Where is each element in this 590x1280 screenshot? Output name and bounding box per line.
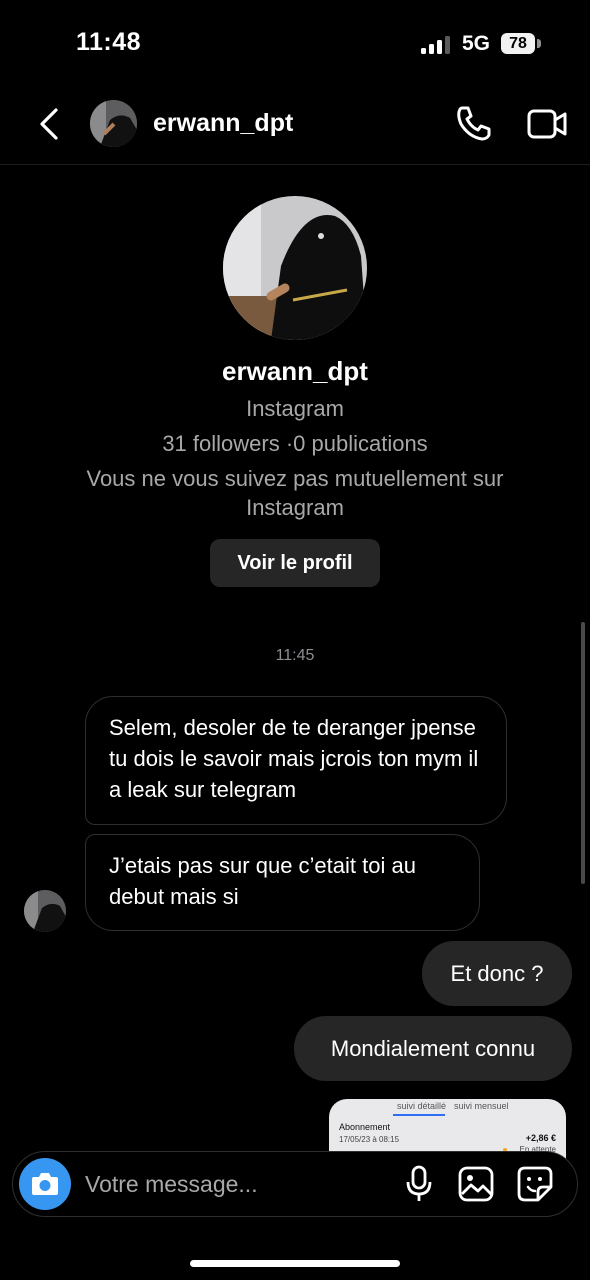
gallery-icon[interactable] xyxy=(457,1165,495,1203)
header-avatar[interactable] xyxy=(90,100,137,147)
sticker-icon[interactable] xyxy=(516,1165,554,1203)
message-timestamp: 11:45 xyxy=(275,647,315,664)
sender-avatar[interactable] xyxy=(24,890,66,932)
profile-username: erwann_dpt xyxy=(222,356,368,386)
battery-icon: 78 xyxy=(501,33,535,54)
message-input[interactable] xyxy=(85,1166,385,1202)
header-username[interactable]: erwann_dpt xyxy=(153,109,293,138)
phone-icon[interactable] xyxy=(453,102,495,144)
outgoing-message[interactable]: Mondialement connu xyxy=(294,1016,572,1081)
back-icon[interactable] xyxy=(34,104,74,144)
profile-stats: 31 followers ·0 publications xyxy=(162,431,428,456)
shared-image-tab-indicator xyxy=(393,1114,445,1116)
camera-button[interactable] xyxy=(19,1158,71,1210)
shared-image-date: 17/05/23 à 08:15 xyxy=(339,1135,400,1144)
view-profile-button[interactable]: Voir le profil xyxy=(210,539,380,587)
video-call-icon[interactable] xyxy=(526,104,568,144)
status-time: 11:48 xyxy=(76,28,142,56)
incoming-message[interactable]: J’etais pas sur que c’etait toi au debut… xyxy=(85,834,480,931)
header-divider xyxy=(0,164,590,165)
profile-avatar[interactable] xyxy=(223,196,367,340)
shared-image-tab: suivi détaillé xyxy=(397,1101,447,1111)
outgoing-message[interactable]: Et donc ? xyxy=(422,941,572,1006)
scrollbar[interactable] xyxy=(581,622,585,884)
microphone-icon[interactable] xyxy=(403,1164,435,1204)
network-label: 5G xyxy=(462,32,491,55)
incoming-message[interactable]: Selem, desoler de te deranger jpense tu … xyxy=(85,696,507,825)
shared-image-message[interactable]: suivi détaillé suivi mensuel Abonnement … xyxy=(329,1099,566,1159)
mutual-follow-note: Vous ne vous suivez pas mutuellement sur… xyxy=(86,466,504,520)
shared-image-title: Abonnement xyxy=(339,1122,391,1132)
battery-tip xyxy=(537,39,541,48)
home-indicator[interactable] xyxy=(190,1260,400,1267)
shared-image-amount: +2,86 € xyxy=(525,1133,556,1143)
signal-icon xyxy=(421,36,451,54)
profile-platform: Instagram xyxy=(246,396,344,421)
shared-image-tab: suivi mensuel xyxy=(454,1101,509,1111)
